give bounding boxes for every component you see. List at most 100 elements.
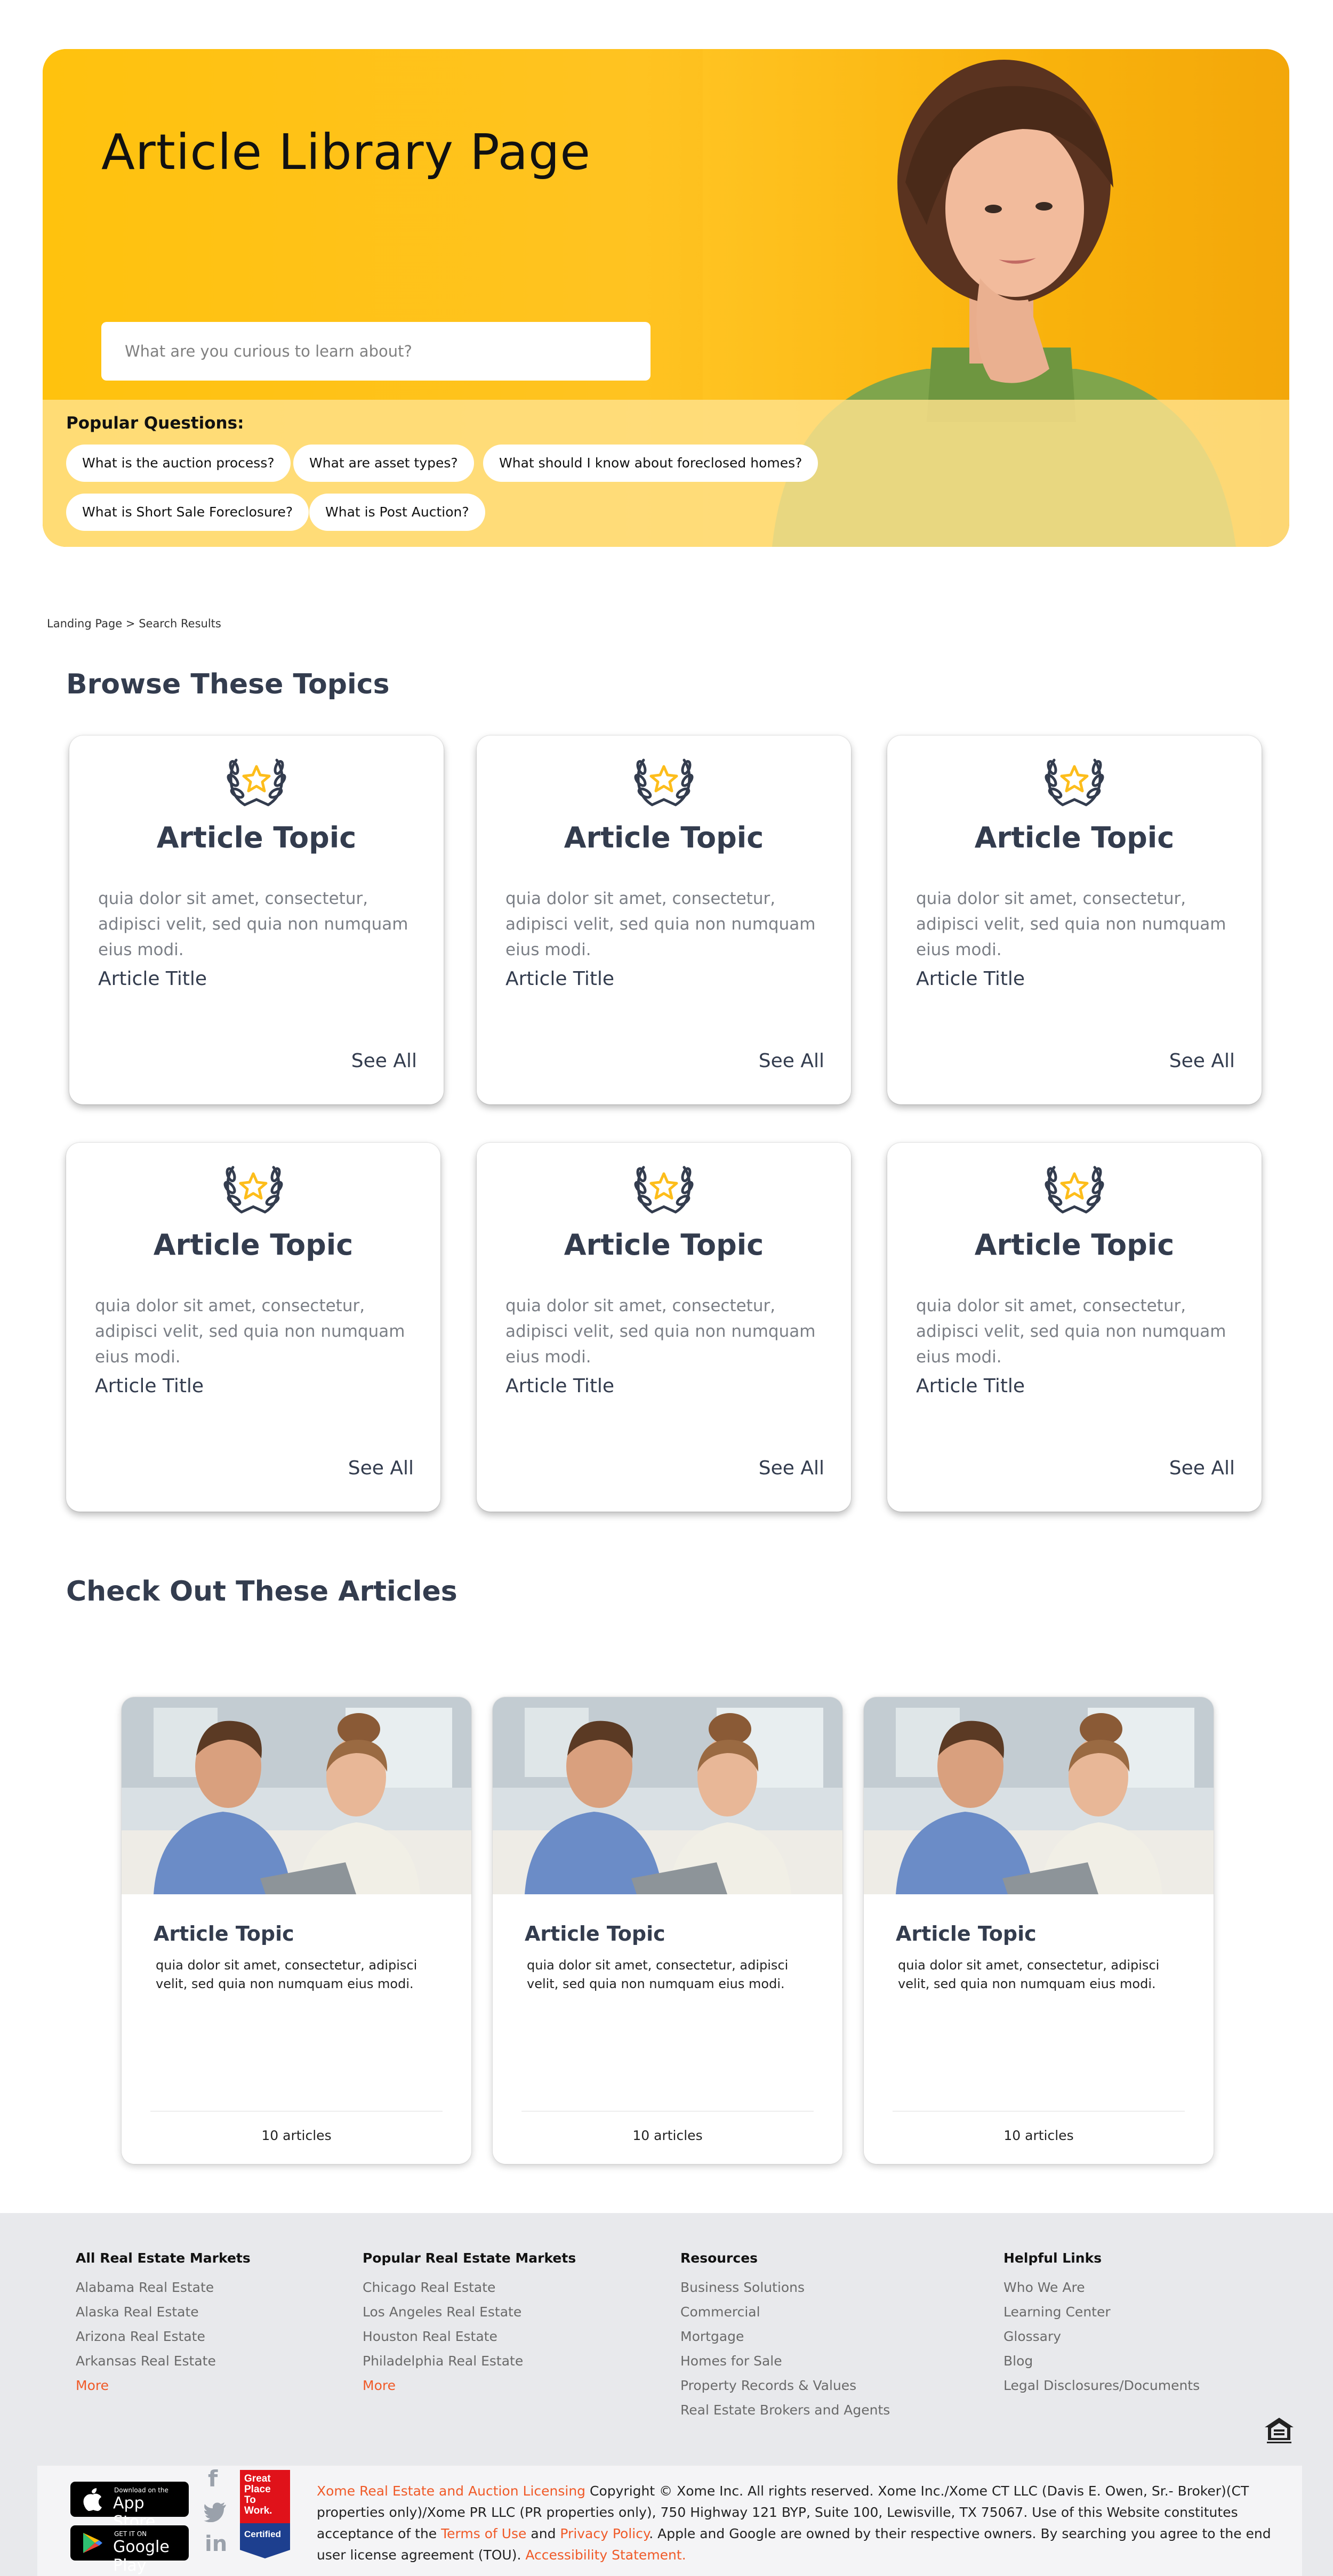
page-title: Article Library Page: [101, 124, 591, 181]
gptw-line4: Work.: [244, 2505, 272, 2516]
topic-article-title-link[interactable]: Article Title: [98, 968, 207, 990]
gptw-line1: Great: [244, 2473, 271, 2484]
article-couple-photo: [122, 1697, 471, 1894]
footer-col-all-markets: All Real Estate Markets Alabama Real Est…: [76, 2250, 251, 2402]
topic-card[interactable]: Article Topic quia dolor sit amet, conse…: [477, 1143, 851, 1512]
footer-link[interactable]: Chicago Real Estate: [363, 2280, 576, 2304]
footer-heading: All Real Estate Markets: [76, 2250, 251, 2266]
article-card[interactable]: Article Topic quia dolor sit amet, conse…: [493, 1697, 842, 2164]
breadcrumb-separator: >: [125, 617, 135, 630]
laurel-star-icon: [1045, 1166, 1104, 1214]
google-play-big-text: Google Play: [113, 2538, 170, 2575]
footer-link[interactable]: Learning Center: [1003, 2304, 1200, 2329]
question-chip-foreclosed-homes[interactable]: What should I know about foreclosed home…: [483, 445, 818, 482]
site-footer: All Real Estate Markets Alabama Real Est…: [0, 2213, 1333, 2576]
question-chip-short-sale[interactable]: What is Short Sale Foreclosure?: [66, 494, 309, 531]
see-all-link[interactable]: See All: [759, 1050, 824, 1072]
footer-col-popular-markets: Popular Real Estate Markets Chicago Real…: [363, 2250, 576, 2402]
footer-link[interactable]: Arizona Real Estate: [76, 2329, 251, 2353]
question-chip-asset-types[interactable]: What are asset types?: [293, 445, 474, 482]
breadcrumb: Landing Page > Search Results: [47, 617, 221, 630]
topic-description: quia dolor sit amet, consectetur, adipis…: [95, 1296, 405, 1367]
footer-link[interactable]: Arkansas Real Estate: [76, 2353, 251, 2378]
article-couple-photo: [864, 1697, 1214, 1894]
google-play-badge[interactable]: GET IT ON Google Play: [70, 2525, 189, 2575]
see-all-link[interactable]: See All: [759, 1457, 824, 1479]
footer-link[interactable]: Alabama Real Estate: [76, 2280, 251, 2304]
topic-article-title-link[interactable]: Article Title: [916, 968, 1025, 990]
laurel-star-icon: [1045, 758, 1104, 806]
article-card-divider: [521, 2111, 814, 2112]
topic-article-title-link[interactable]: Article Title: [916, 1375, 1025, 1397]
footer-link[interactable]: Homes for Sale: [680, 2353, 890, 2378]
footer-heading: Helpful Links: [1003, 2250, 1102, 2266]
footer-link[interactable]: Mortgage: [680, 2329, 890, 2353]
gptw-line2: Place: [244, 2484, 271, 2495]
topic-card[interactable]: Article Topic quia dolor sit amet, conse…: [477, 736, 851, 1104]
breadcrumb-home-link[interactable]: Landing Page: [47, 617, 122, 630]
footer-link[interactable]: Business Solutions: [680, 2280, 890, 2304]
terms-of-use-link[interactable]: Terms of Use: [441, 2526, 526, 2541]
privacy-policy-link[interactable]: Privacy Policy: [560, 2526, 649, 2541]
see-all-link[interactable]: See All: [1169, 1457, 1235, 1479]
footer-link[interactable]: Alaska Real Estate: [76, 2304, 251, 2329]
topic-article-title-link[interactable]: Article Title: [505, 1375, 614, 1397]
search-input[interactable]: [101, 322, 651, 381]
popular-questions-heading: Popular Questions:: [66, 414, 244, 433]
topic-card[interactable]: Article Topic quia dolor sit amet, conse…: [69, 736, 444, 1104]
footer-link[interactable]: Los Angeles Real Estate: [363, 2304, 576, 2329]
topic-article-title-link[interactable]: Article Title: [95, 1375, 204, 1397]
footer-more-link[interactable]: More: [363, 2378, 576, 2402]
article-couple-photo: [493, 1697, 842, 1894]
licensing-link[interactable]: Xome Real Estate and Auction Licensing: [317, 2483, 585, 2499]
topic-article-title-link[interactable]: Article Title: [505, 968, 614, 990]
legal-text: Xome Real Estate and Auction Licensing C…: [317, 2481, 1292, 2566]
footer-heading: Resources: [680, 2250, 758, 2266]
article-card-topic: Article Topic: [525, 1922, 665, 1945]
article-card-description: quia dolor sit amet, consectetur, adipis…: [898, 1958, 1160, 1991]
footer-more-link[interactable]: More: [76, 2378, 251, 2402]
topic-card[interactable]: Article Topic quia dolor sit amet, conse…: [887, 736, 1262, 1104]
footer-heading: Popular Real Estate Markets: [363, 2250, 576, 2266]
google-play-icon: [83, 2533, 102, 2553]
apple-icon: [83, 2488, 102, 2511]
topic-name: Article Topic: [153, 1228, 354, 1262]
app-store-small-text: Download on the: [114, 2486, 168, 2494]
see-all-link[interactable]: See All: [1169, 1050, 1235, 1072]
question-chip-auction-process[interactable]: What is the auction process?: [66, 445, 291, 482]
app-store-badge[interactable]: Download on the App Store: [70, 2482, 189, 2531]
footer-col-helpful-links: Helpful Links Who We Are Learning Center…: [1003, 2250, 1200, 2402]
topic-card[interactable]: Article Topic quia dolor sit amet, conse…: [66, 1143, 440, 1512]
topic-name: Article Topic: [974, 1228, 1175, 1262]
footer-link[interactable]: Real Estate Brokers and Agents: [680, 2402, 890, 2427]
footer-link[interactable]: Houston Real Estate: [363, 2329, 576, 2353]
breadcrumb-current: Search Results: [139, 617, 221, 630]
footer-col-resources: Resources Business Solutions Commercial …: [680, 2250, 890, 2427]
footer-link[interactable]: Philadelphia Real Estate: [363, 2353, 576, 2378]
see-all-link[interactable]: See All: [351, 1050, 417, 1072]
footer-legal-bar: Download on the App Store GET IT ON Goog…: [37, 2466, 1302, 2576]
topic-card[interactable]: Article Topic quia dolor sit amet, conse…: [887, 1143, 1262, 1512]
twitter-icon[interactable]: [204, 2502, 227, 2522]
footer-link[interactable]: Property Records & Values: [680, 2378, 890, 2402]
article-card[interactable]: Article Topic quia dolor sit amet, conse…: [864, 1697, 1214, 2164]
footer-link[interactable]: Who We Are: [1003, 2280, 1200, 2304]
and-text: and: [531, 2526, 556, 2541]
footer-link[interactable]: Legal Disclosures/Documents: [1003, 2378, 1200, 2402]
article-card[interactable]: Article Topic quia dolor sit amet, conse…: [122, 1697, 471, 2164]
facebook-icon[interactable]: f: [208, 2466, 218, 2492]
great-place-to-work-badge[interactable]: Great Place To Work. Certified: [240, 2470, 290, 2558]
topic-name: Article Topic: [156, 821, 357, 854]
topic-description: quia dolor sit amet, consectetur, adipis…: [98, 889, 408, 959]
footer-link[interactable]: Glossary: [1003, 2329, 1200, 2353]
footer-link[interactable]: Blog: [1003, 2353, 1200, 2378]
article-count: 10 articles: [261, 2128, 332, 2143]
question-chip-post-auction[interactable]: What is Post Auction?: [309, 494, 485, 531]
see-all-link[interactable]: See All: [348, 1457, 414, 1479]
linkedin-icon[interactable]: in: [205, 2532, 227, 2556]
footer-link[interactable]: Commercial: [680, 2304, 890, 2329]
accessibility-statement-link[interactable]: Accessibility Statement.: [525, 2547, 686, 2563]
google-play-small-text: GET IT ON: [114, 2530, 147, 2538]
popular-questions-panel: Popular Questions: What is the auction p…: [43, 400, 1289, 547]
laurel-star-icon: [223, 1166, 283, 1214]
